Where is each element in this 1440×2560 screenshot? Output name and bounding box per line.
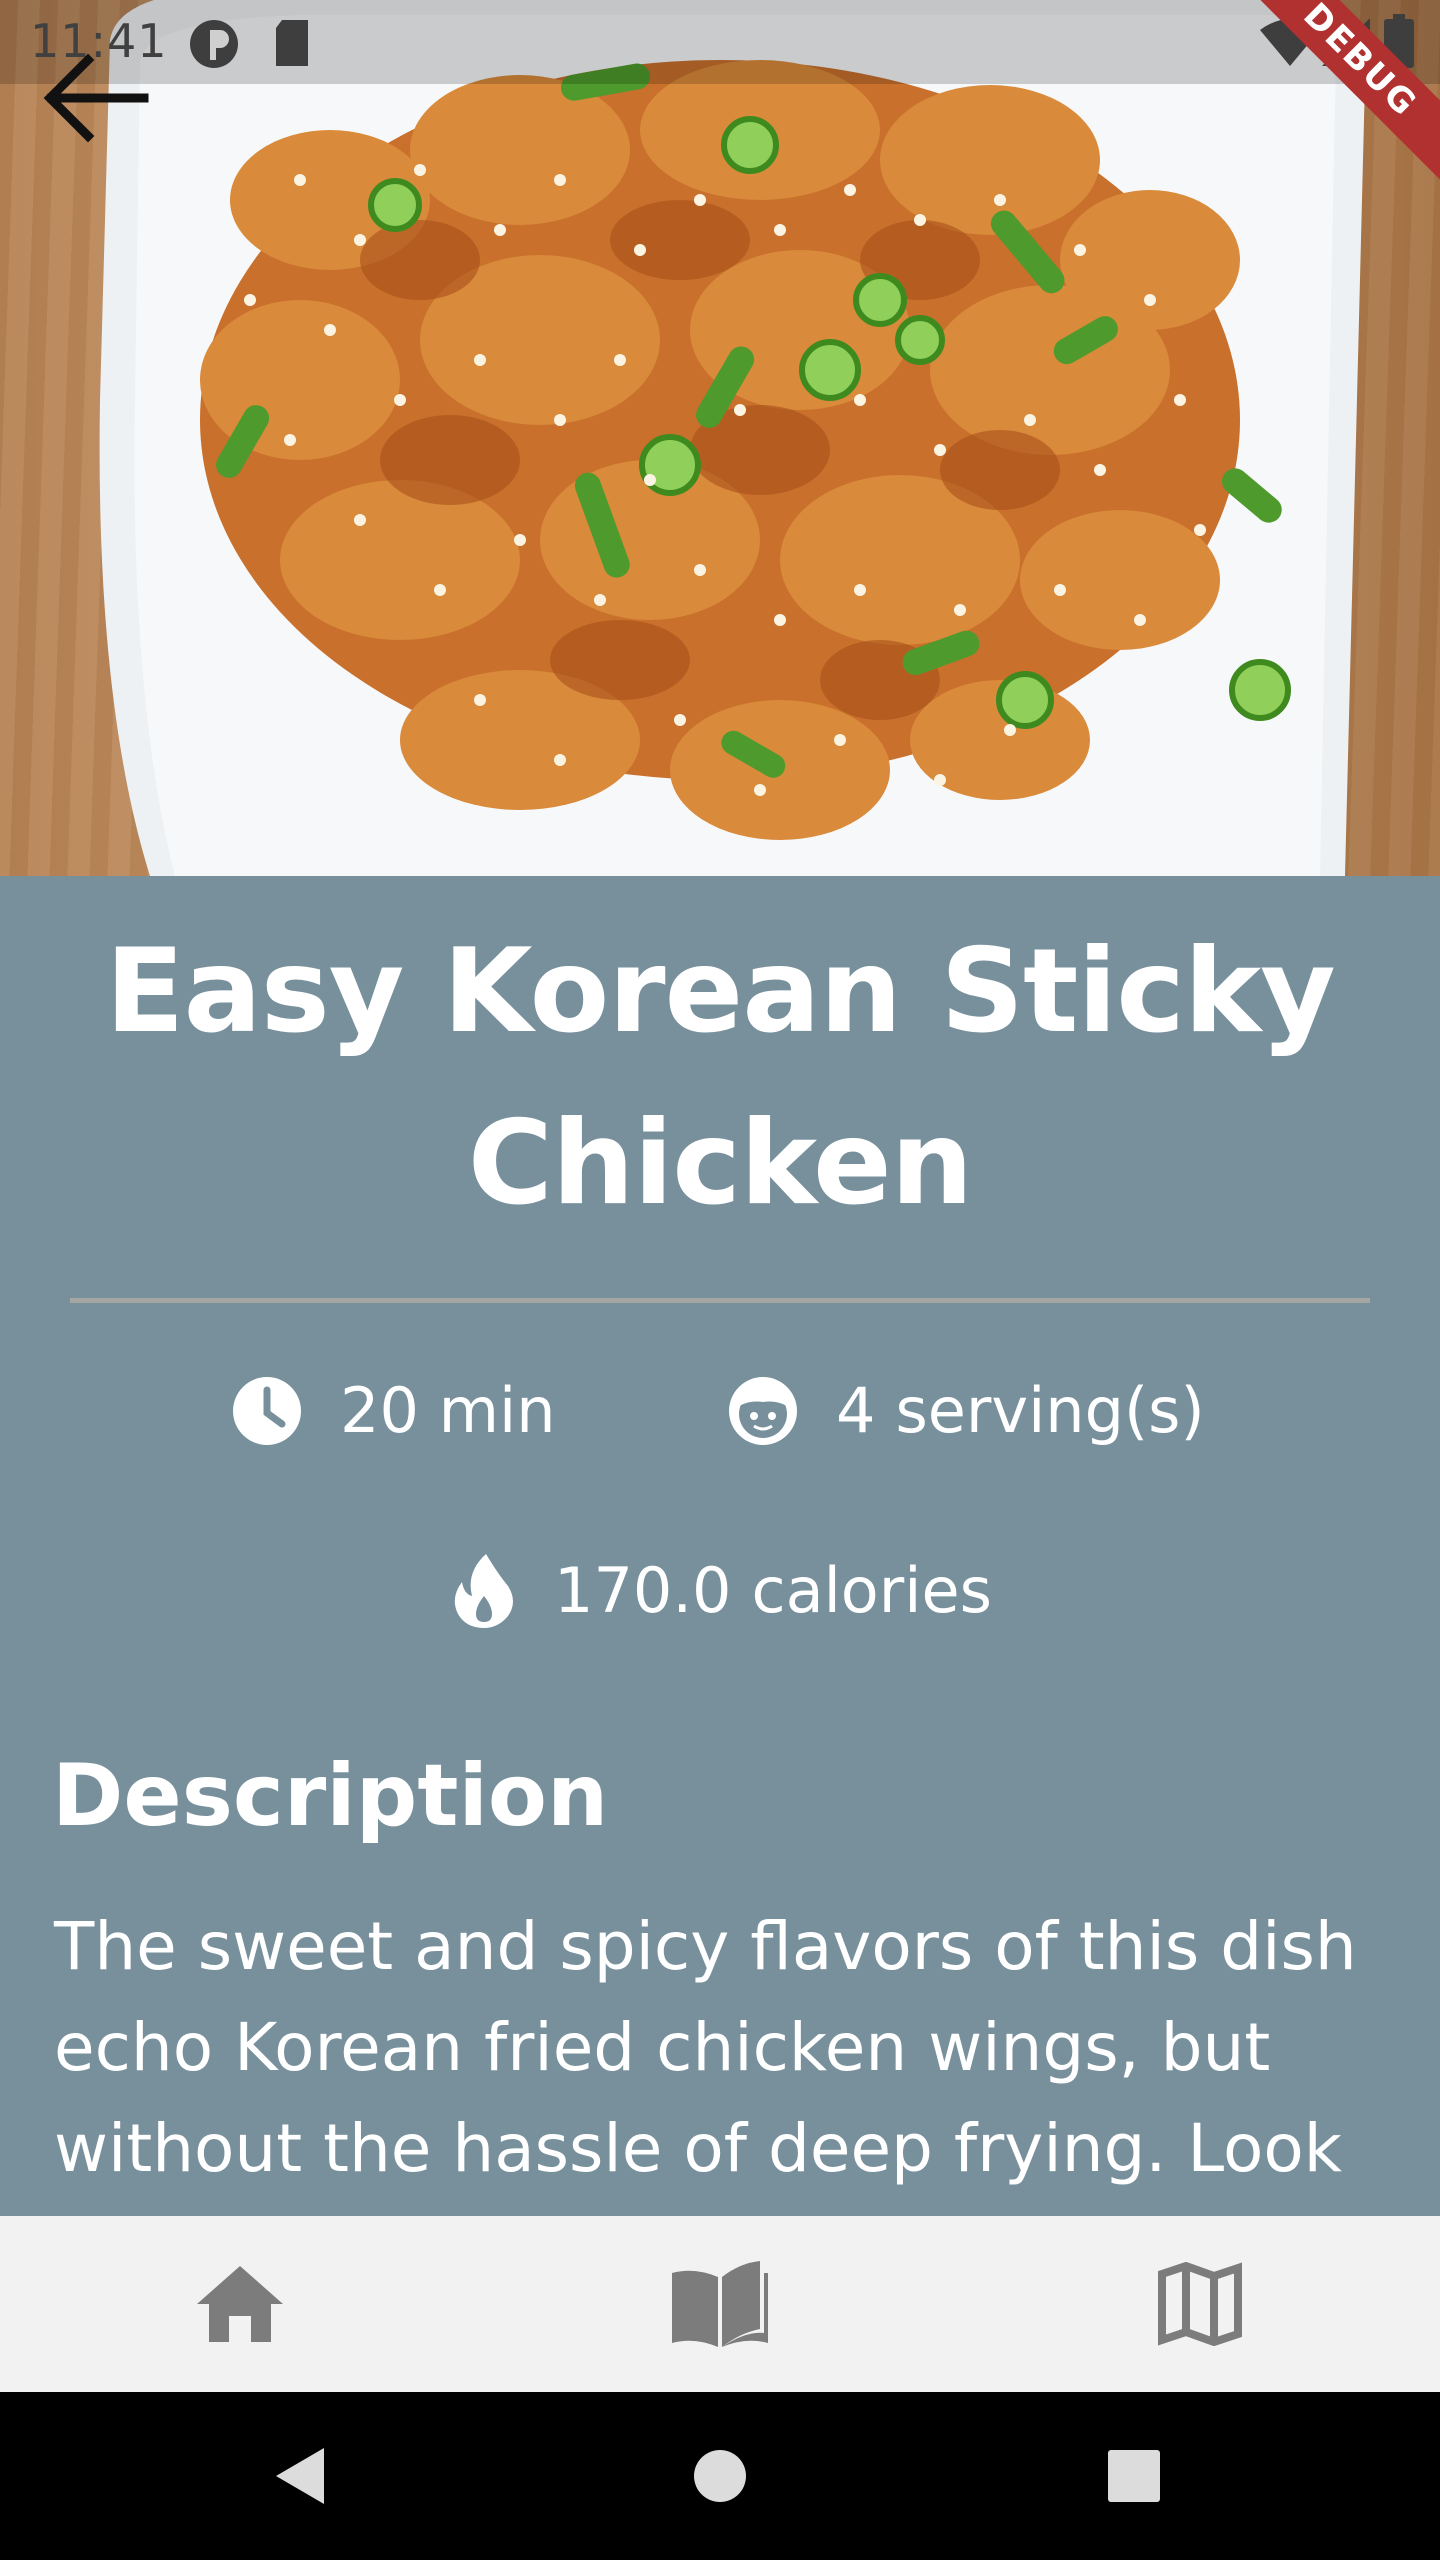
nav-home[interactable]	[0, 2216, 480, 2392]
description-text: The sweet and spicy flavors of this dish…	[54, 1908, 1357, 2187]
recipe-detail-screen: 11:41 DEBUG Easy Korean Sticky Chicken 2…	[0, 0, 1440, 2560]
system-recents-button[interactable]	[1034, 2392, 1234, 2560]
recipe-content[interactable]: Easy Korean Sticky Chicken 20 min 4 serv…	[0, 876, 1440, 2216]
home-icon	[197, 2266, 283, 2342]
circle-home-icon	[694, 2450, 746, 2502]
arrow-left-icon	[43, 53, 149, 143]
servings: 4 serving(s)	[728, 1374, 1205, 1447]
divider	[70, 1298, 1370, 1303]
system-home-button[interactable]	[620, 2392, 820, 2560]
servings-label: serving(s)	[895, 1374, 1205, 1447]
back-button[interactable]	[40, 40, 160, 160]
description-heading: Description	[52, 1746, 609, 1846]
status-bar: 11:41 DEBUG	[0, 0, 1440, 193]
fire-icon	[454, 1554, 513, 1628]
map-icon	[1158, 2262, 1242, 2346]
nav-recipes[interactable]	[480, 2216, 960, 2392]
bottom-navigation	[0, 2216, 1440, 2392]
calories-value: 170.0	[554, 1553, 732, 1627]
system-navigation-bar	[0, 2392, 1440, 2560]
triangle-back-icon	[276, 2448, 324, 2504]
face-icon	[729, 1376, 797, 1445]
calories-label: calories	[751, 1553, 992, 1627]
recipe-title: Easy Korean Sticky Chicken	[105, 924, 1336, 1231]
cook-time-value: 20 min	[340, 1374, 556, 1447]
square-recents-icon	[1108, 2450, 1160, 2502]
nav-map[interactable]	[960, 2216, 1440, 2392]
book-icon	[672, 2261, 768, 2347]
calories: 170.0 calories	[452, 1552, 992, 1628]
cook-time: 20 min	[232, 1374, 556, 1447]
system-back-button[interactable]	[200, 2392, 400, 2560]
clock-icon	[233, 1376, 301, 1445]
servings-count: 4	[836, 1374, 876, 1447]
recipe-photo: 11:41 DEBUG	[0, 0, 1440, 876]
